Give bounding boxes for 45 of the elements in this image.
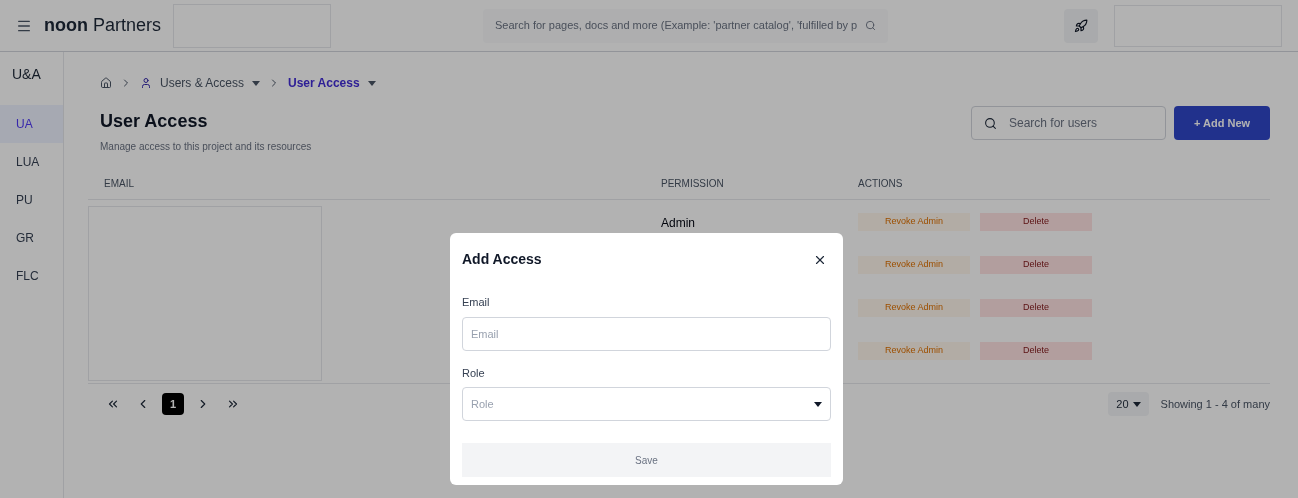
double-chevron-left-icon [106, 397, 120, 411]
column-header: ACTIONS [858, 177, 903, 191]
global-search-field[interactable]: Search for pages, docs and more (Example: 'partner catalog', 'fulfilled by p [483, 8, 889, 43]
pagination-summary: Showing 1 - 4 of many [1160, 396, 1270, 412]
dialog-title: Add Access [462, 250, 542, 269]
field-label: Email [462, 295, 491, 310]
delete-button[interactable]: Delete [980, 298, 1092, 317]
user-icon [140, 77, 152, 89]
revoke-admin-button[interactable]: Revoke Admin [858, 255, 970, 274]
search-icon [984, 116, 997, 130]
caret-icon [814, 401, 822, 407]
delete-button[interactable]: Delete [980, 255, 1092, 274]
breadcrumb-link[interactable]: Users & Access [160, 74, 245, 92]
sidebar-item[interactable]: LUA [0, 143, 63, 181]
breadcrumb-link[interactable]: User Access [288, 74, 360, 92]
user-search-field[interactable]: Search for users [971, 106, 1166, 140]
revoke-admin-button[interactable]: Revoke Admin [858, 341, 970, 360]
column-header: EMAIL [103, 177, 135, 191]
revoke-admin-button[interactable]: Revoke Admin [858, 212, 970, 231]
email-input[interactable]: Email [462, 316, 831, 351]
page-subtitle: Manage access to this project and its resources [100, 140, 312, 154]
rocket-icon [1074, 18, 1088, 33]
caret-icon [367, 80, 376, 86]
sidebar-title: U&A [11, 65, 42, 84]
sidebar-item[interactable]: GR [0, 219, 63, 257]
page-button[interactable]: 1 [162, 393, 184, 415]
page-title: User Access [100, 110, 209, 133]
sidebar-item[interactable]: PU [0, 181, 63, 219]
column-header: PERMISSION [661, 177, 725, 191]
rocket-button[interactable] [1064, 8, 1098, 43]
caret-icon [1132, 401, 1141, 407]
caret-icon [252, 80, 261, 86]
search-icon [865, 20, 877, 31]
table-cell: Admin [661, 215, 695, 230]
home-icon[interactable] [100, 77, 112, 89]
field-label: Role [462, 365, 486, 381]
delete-button[interactable]: Delete [980, 341, 1092, 360]
page-size-select[interactable]: 20 [1108, 392, 1149, 416]
sidebar-item[interactable]: UA [0, 105, 63, 143]
sidebar-item[interactable]: FLC [0, 257, 63, 295]
brand-logo[interactable]: noon Partners [44, 12, 162, 39]
add-new-button[interactable]: + Add New [1174, 106, 1270, 140]
revoke-admin-button[interactable]: Revoke Admin [858, 298, 970, 317]
double-chevron-right-icon [226, 397, 240, 411]
delete-button[interactable]: Delete [980, 212, 1092, 231]
